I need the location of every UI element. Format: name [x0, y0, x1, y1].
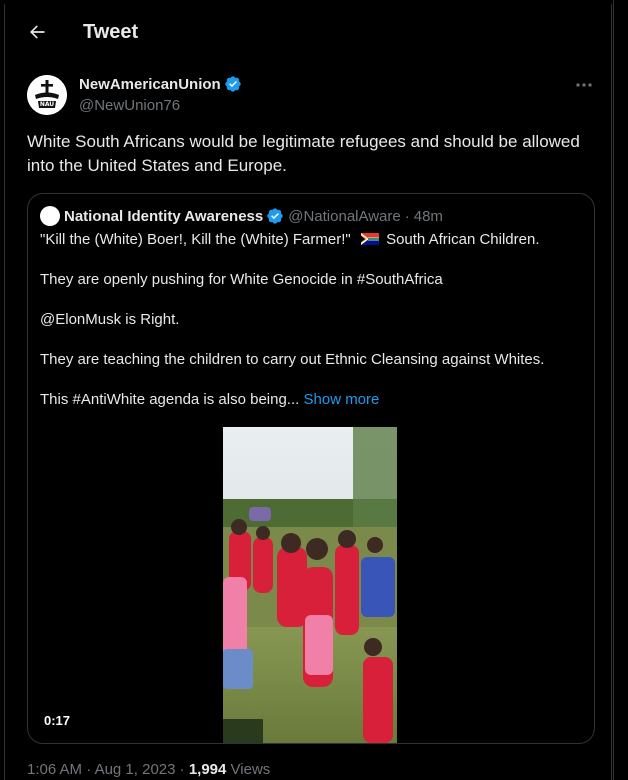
tweet-meta: 1:06 AM · Aug 1, 2023 · 1,994 Views	[27, 761, 270, 778]
quoted-display-name[interactable]: National Identity Awareness	[64, 208, 263, 225]
nau-logo-icon	[27, 75, 67, 115]
quoted-timestamp[interactable]: 48m	[414, 208, 443, 225]
quoted-tweet[interactable]: National Identity Awareness @NationalAwa…	[27, 193, 595, 744]
avatar[interactable]: NAU	[27, 75, 67, 115]
more-horizontal-icon	[576, 83, 592, 87]
back-button[interactable]	[19, 14, 55, 50]
quoted-line-1: "Kill the (White) Boer!, Kill the (White…	[40, 230, 585, 250]
tweet-author: NAU NewAmericanUnion @NewUnion76	[27, 73, 599, 117]
video-duration: 0:17	[44, 713, 71, 728]
video-frame-image	[223, 427, 397, 743]
meta-separator: ·	[86, 761, 92, 778]
meta-separator: ·	[179, 761, 185, 778]
verified-badge-icon	[225, 76, 241, 92]
more-options-button[interactable]	[569, 75, 599, 95]
tweet-panel: Tweet NAU NewAmericanUnion @NewUnion76 W…	[4, 4, 612, 780]
tweet-text: White South Africans would be legitimate…	[27, 132, 580, 175]
quoted-line-1-text: "Kill the (White) Boer!, Kill the (White…	[40, 231, 351, 248]
avatar-logo-text: NAU	[39, 101, 55, 108]
separator-dot: ·	[404, 207, 410, 225]
quoted-line-4: They are teaching the children to carry …	[40, 351, 545, 368]
quoted-avatar[interactable]	[40, 206, 60, 226]
quoted-line-1-suffix: South African Children.	[386, 231, 540, 248]
quoted-line-2: They are openly pushing for White Genoci…	[40, 271, 443, 288]
tweet-date[interactable]: Aug 1, 2023	[95, 761, 176, 778]
author-names: NewAmericanUnion @NewUnion76	[79, 75, 242, 114]
quoted-line-5-text: This #AntiWhite agenda is also being...	[40, 391, 300, 408]
quoted-line-3: @ElonMusk is Right.	[40, 311, 180, 328]
quoted-tweet-header: National Identity Awareness @NationalAwa…	[40, 206, 443, 226]
views-count: 1,994	[188, 761, 227, 778]
quoted-line-5: This #AntiWhite agenda is also being... …	[40, 390, 585, 410]
tweet-time[interactable]: 1:06 AM	[27, 761, 82, 778]
quoted-handle[interactable]: @NationalAware	[288, 208, 401, 225]
header: Tweet	[5, 4, 611, 60]
show-more-link[interactable]: Show more	[304, 391, 380, 408]
views-label: Views	[230, 761, 271, 778]
scrollbar[interactable]	[613, 0, 628, 780]
author-handle[interactable]: @NewUnion76	[79, 97, 242, 114]
quoted-tweet-text: "Kill the (White) Boer!, Kill the (White…	[40, 230, 585, 430]
verified-badge-icon	[267, 208, 283, 224]
south-africa-flag-icon	[360, 233, 379, 245]
author-display-name[interactable]: NewAmericanUnion	[79, 76, 221, 93]
quoted-video-thumbnail[interactable]	[223, 427, 397, 743]
arrow-left-icon	[30, 25, 45, 39]
page-title: Tweet	[83, 20, 139, 43]
